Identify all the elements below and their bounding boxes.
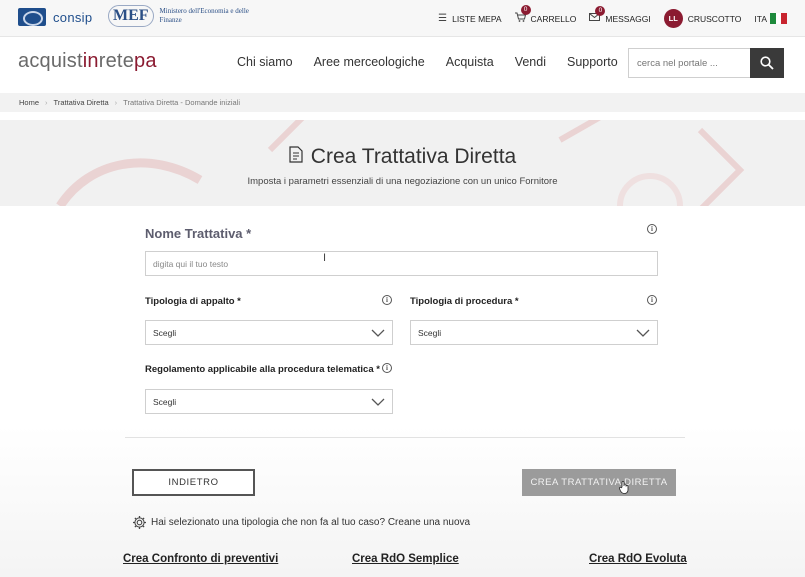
gear-icon	[133, 516, 146, 529]
page-title: Crea Trattativa Diretta	[310, 145, 517, 168]
document-icon	[289, 145, 303, 169]
liste-mepa-link[interactable]: ☰ LISTE MEPA	[438, 13, 501, 24]
cruscotto-link[interactable]: LL CRUSCOTTO	[663, 9, 742, 28]
tipologia-procedura-label: Tipologia di procedura *	[410, 296, 519, 307]
regolamento-select[interactable]: Scegli	[145, 389, 393, 414]
nome-trattativa-label: Nome Trattativa *	[145, 226, 252, 241]
nav-chi-siamo[interactable]: Chi siamo	[237, 55, 293, 69]
consip-label: consip	[53, 9, 93, 25]
page-hero: Crea Trattativa Diretta Imposta i parame…	[0, 120, 805, 206]
brand-part-4: pa	[134, 50, 157, 72]
info-icon[interactable]: i	[382, 363, 392, 373]
mef-mark: MEF	[108, 5, 154, 27]
liste-mepa-label: LISTE MEPA	[452, 13, 502, 24]
breadcrumb-home[interactable]: Home	[19, 98, 39, 107]
chevron-down-icon	[371, 329, 385, 337]
brand-part-3: rete	[98, 50, 135, 72]
breadcrumb-current: Trattativa Diretta - Domande iniziali	[123, 98, 241, 107]
breadcrumb: Home › Trattativa Diretta › Trattativa Diret…	[0, 93, 805, 112]
main-nav: Chi siamo Aree merceologiche Acquista Ve…	[237, 55, 639, 69]
messaggi-link[interactable]: 0 MESSAGGI	[589, 6, 651, 24]
carrello-link[interactable]: 0 CARRELLO	[514, 5, 577, 25]
messaggi-label: MESSAGGI	[605, 13, 651, 24]
messages-count-badge: 0	[595, 6, 606, 16]
divider	[125, 437, 685, 438]
hint-row: Hai selezionato una tipologia che non fa…	[132, 515, 470, 530]
user-toolbar: ☰ LISTE MEPA 0 CARRELLO 0 MESSAGGI LL CR…	[425, 5, 788, 28]
info-icon[interactable]: i	[647, 295, 657, 305]
brand-part-2: in	[82, 50, 99, 72]
avatar: LL	[663, 9, 683, 28]
carrello-label: CARRELLO	[530, 13, 577, 24]
search-button[interactable]	[750, 48, 784, 78]
main-header: acquistinretepa Chi siamo Aree merceolog…	[0, 37, 805, 93]
top-bar: consip MEF Ministero dell'Economia e del…	[0, 0, 805, 37]
search-input[interactable]	[628, 48, 750, 78]
brand-part-1: acquist	[18, 50, 83, 72]
regolamento-label: Regolamento applicabile alla procedura t…	[145, 364, 380, 375]
list-icon: ☰	[438, 13, 448, 24]
breadcrumb-separator: ›	[45, 98, 48, 107]
link-rdo-semplice[interactable]: Crea RdO Semplice	[352, 553, 459, 565]
page-subtitle: Imposta i parametri essenziali di una ne…	[247, 176, 558, 187]
link-confronto-preventivi[interactable]: Crea Confronto di preventivi	[123, 553, 278, 565]
acquistinretepa-logo[interactable]: acquistinretepa	[18, 50, 157, 73]
text-cursor-icon: I	[323, 252, 327, 264]
tipologia-procedura-value: Scegli	[418, 327, 442, 338]
tipologia-procedura-select[interactable]: Scegli	[410, 320, 658, 345]
mef-text: Ministero dell'Economia e delle Finanze	[159, 7, 249, 24]
consip-logo-icon	[18, 8, 46, 26]
cart-count-badge: 0	[520, 5, 531, 15]
tipologia-appalto-label: Tipologia di appalto *	[145, 296, 241, 307]
nav-vendi[interactable]: Vendi	[515, 55, 546, 69]
cruscotto-label: CRUSCOTTO	[687, 13, 742, 24]
link-rdo-evoluta[interactable]: Crea RdO Evoluta	[589, 553, 687, 565]
consip-logo[interactable]: consip	[18, 8, 92, 26]
nav-supporto[interactable]: Supporto	[567, 55, 618, 69]
chevron-down-icon	[636, 329, 650, 337]
back-button[interactable]: INDIETRO	[132, 469, 255, 496]
page-title-row: Crea Trattativa Diretta	[0, 145, 805, 169]
hint-text: Hai selezionato una tipologia che non fa…	[151, 517, 471, 528]
form-actions: INDIETRO CREA TRATTATIVA DIRETTA Hai sel…	[0, 426, 805, 577]
chevron-down-icon	[371, 398, 385, 406]
trattativa-form: Nome Trattativa * i digita qui il tuo te…	[0, 206, 805, 426]
nome-trattativa-input[interactable]: digita qui il tuo testo	[145, 251, 658, 276]
portal-search	[628, 48, 784, 78]
hand-cursor-icon	[619, 481, 629, 494]
search-icon	[760, 56, 774, 70]
italian-flag-icon	[770, 13, 788, 24]
breadcrumb-trattativa[interactable]: Trattativa Diretta	[54, 98, 109, 107]
breadcrumb-separator: ›	[114, 98, 118, 107]
nav-aree-merceologiche[interactable]: Aree merceologiche	[314, 55, 425, 69]
info-icon[interactable]: i	[647, 224, 657, 234]
language-selector[interactable]: ITA	[754, 13, 788, 24]
mef-logo[interactable]: MEF Ministero dell'Economia e delle Fina…	[108, 5, 255, 27]
create-trattativa-button[interactable]: CREA TRATTATIVA DIRETTA	[522, 469, 676, 496]
tipologia-appalto-select[interactable]: Scegli	[145, 320, 393, 345]
regolamento-value: Scegli	[153, 396, 177, 407]
language-label: ITA	[754, 13, 767, 24]
info-icon[interactable]: i	[382, 295, 392, 305]
nome-trattativa-placeholder: digita qui il tuo testo	[153, 258, 229, 269]
nav-acquista[interactable]: Acquista	[446, 55, 494, 69]
tipologia-appalto-value: Scegli	[153, 327, 177, 338]
